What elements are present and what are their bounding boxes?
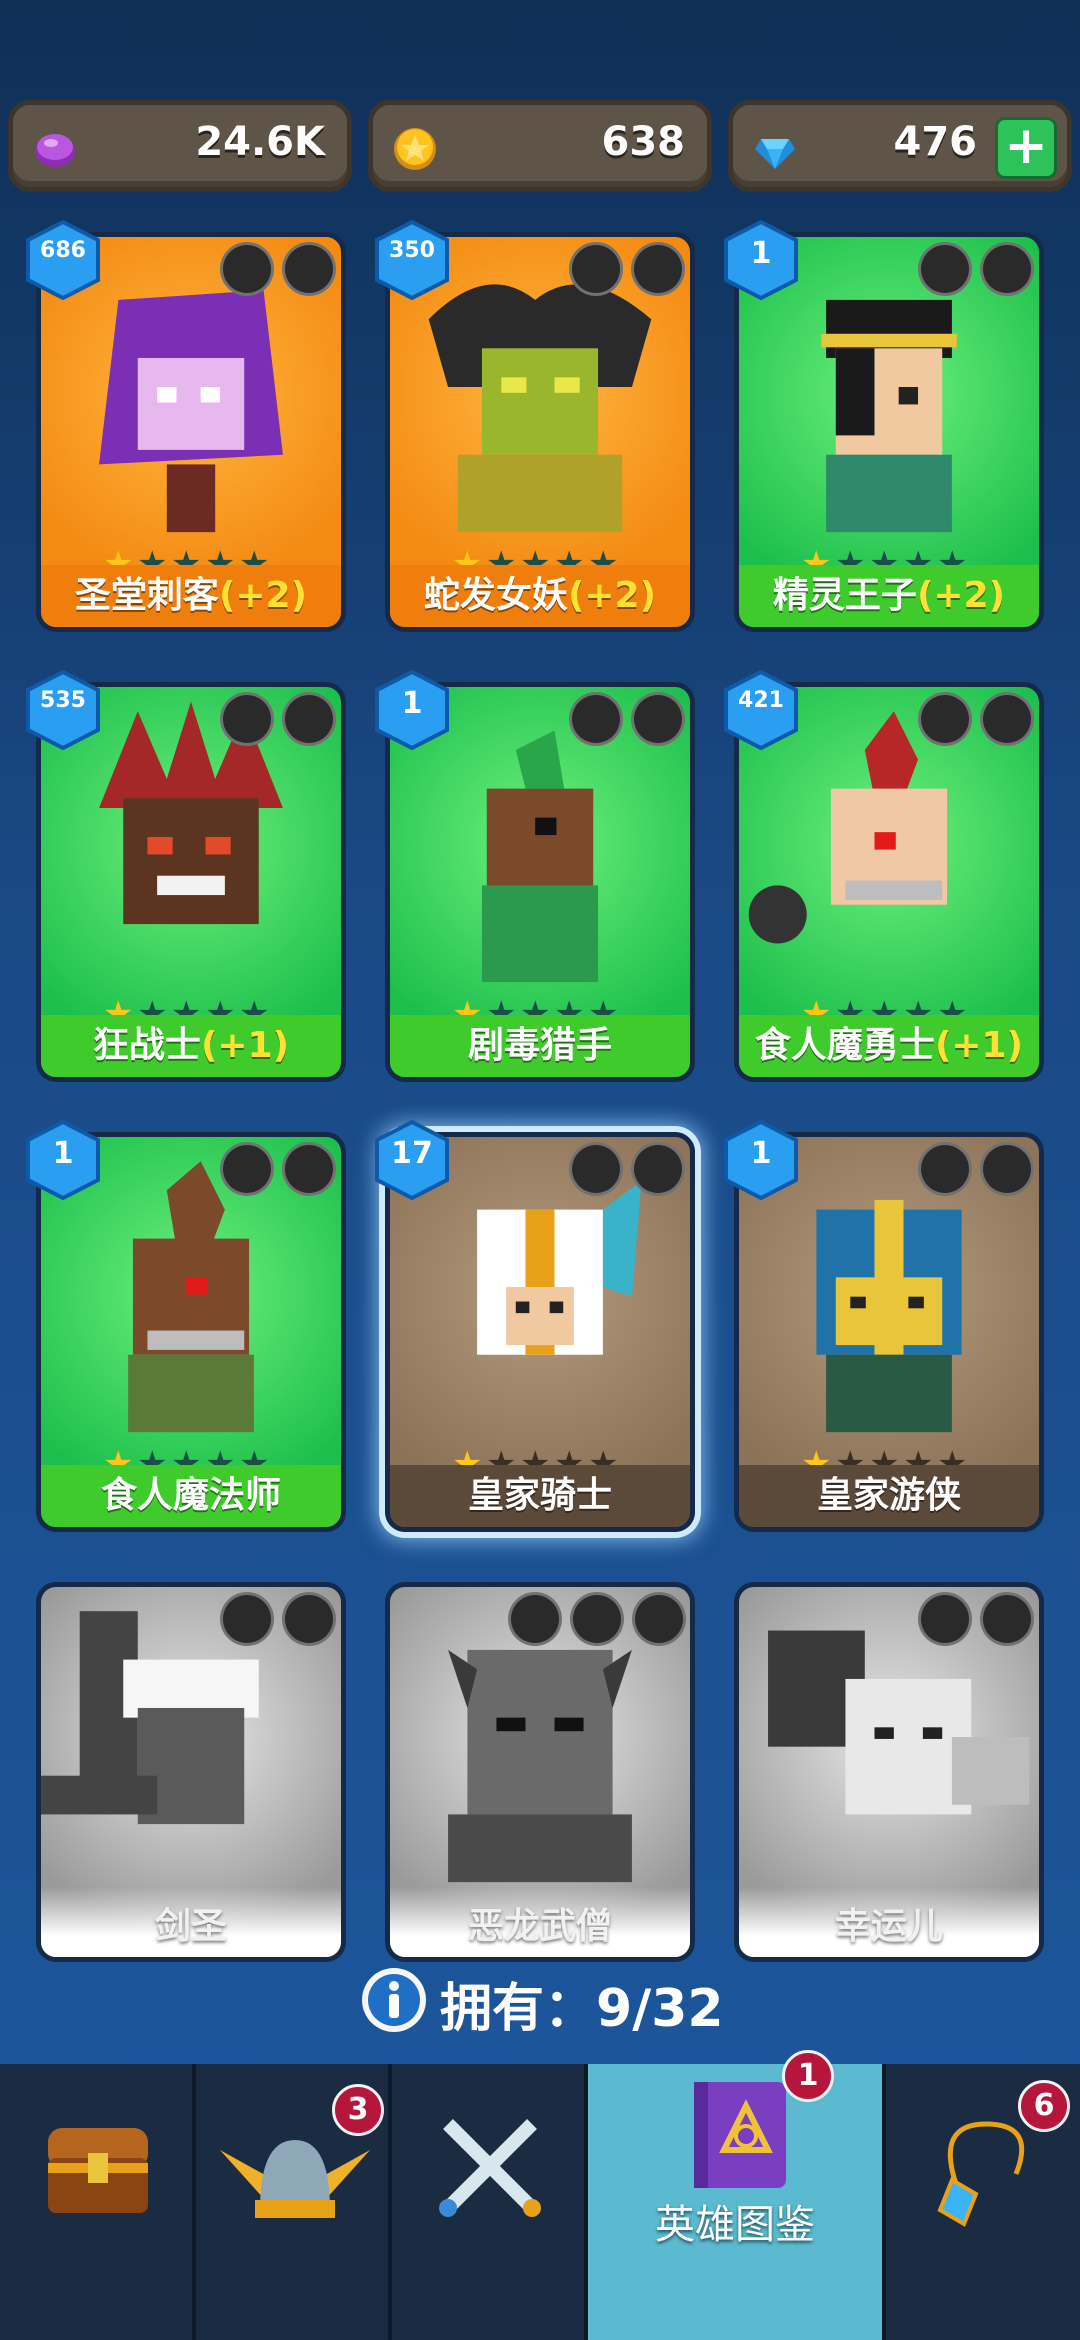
sword-icon: [282, 692, 336, 746]
elf-icon: [918, 1592, 972, 1646]
skull-icon: [508, 1592, 562, 1646]
nav-chest[interactable]: [0, 2064, 196, 2340]
codex-badge: 1: [782, 2050, 834, 2102]
level-text: 1: [750, 1136, 772, 1171]
hero-name: 食人魔法师: [41, 1465, 341, 1527]
sword-icon: [631, 1142, 685, 1196]
crossed-swords-icon: [439, 2119, 541, 2217]
heroes-badge: 3: [332, 2084, 384, 2136]
sword-icon: [980, 692, 1034, 746]
coin-counter: 638: [368, 100, 712, 192]
fist-icon: [980, 1592, 1034, 1646]
hero-name: 皇家骑士: [390, 1465, 690, 1527]
level-text: 535: [40, 688, 86, 713]
codex-label: 英雄图鉴: [655, 2202, 815, 2248]
spellbook-icon: [694, 2082, 786, 2188]
helmet-icon: [569, 1142, 623, 1196]
coin-icon: [394, 128, 436, 170]
hero-name: 皇家游侠: [739, 1465, 1039, 1527]
purple-gem-icon: [35, 134, 75, 167]
amulet-icon: [937, 2121, 1025, 2227]
owned-text: 拥有：9/32: [440, 1979, 724, 2039]
dragon-icon: [632, 1592, 686, 1646]
bow-icon: [980, 1142, 1034, 1196]
purple-gem-value: 24.6K: [195, 119, 325, 165]
bow-icon: [631, 692, 685, 746]
fist-icon: [570, 1592, 624, 1646]
info-icon[interactable]: [360, 1966, 428, 2034]
orc-icon: [220, 692, 274, 746]
orc-icon: [220, 1142, 274, 1196]
hero-name: 剧毒猎手: [390, 1015, 690, 1077]
bow-icon: [569, 242, 623, 296]
treasure-chest-icon: [48, 2128, 148, 2213]
hero-name: 蛇发女妖(+2): [390, 565, 690, 627]
bottom-nav: 3 1 英雄图鉴 6: [0, 2050, 1080, 2340]
wings-icon: [220, 242, 274, 296]
skull-icon: [631, 242, 685, 296]
hero-name: 精灵王子(+2): [739, 565, 1039, 627]
items-badge: 6: [1018, 2080, 1070, 2132]
diamond-counter: 476 +: [728, 100, 1072, 192]
diamond-icon: [755, 139, 795, 169]
level-text: 17: [391, 1136, 433, 1171]
orc-icon: [569, 692, 623, 746]
purple-gem-counter: 24.6K: [8, 100, 352, 192]
hero-name: 幸运儿: [739, 1887, 1039, 1957]
hero-name: 狂战士(+1): [41, 1015, 341, 1077]
staff-icon: [282, 1142, 336, 1196]
hero-name: 食人魔勇士(+1): [739, 1015, 1039, 1077]
helmet-icon: [918, 1142, 972, 1196]
nav-hero-codex[interactable]: 1 英雄图鉴: [588, 2050, 886, 2340]
elf-icon: [918, 242, 972, 296]
dagger-icon: [282, 242, 336, 296]
nav-items[interactable]: 6: [886, 2064, 1080, 2340]
level-text: 1: [52, 1136, 74, 1171]
level-text: 1: [401, 686, 423, 721]
nav-heroes[interactable]: 3: [196, 2064, 392, 2340]
diamond-value: 476: [893, 119, 978, 165]
level-text: 686: [40, 238, 86, 263]
coin-value: 638: [601, 119, 686, 165]
hero-name: 圣堂刺客(+2): [41, 565, 341, 627]
orc-icon: [220, 1592, 274, 1646]
sword-icon: [282, 1592, 336, 1646]
level-text: 421: [738, 688, 784, 713]
winged-helmet-icon: [220, 2140, 370, 2218]
hero-name: 恶龙武僧: [390, 1887, 690, 1957]
level-text: 1: [750, 236, 772, 271]
orc-icon: [918, 692, 972, 746]
level-text: 350: [389, 238, 435, 263]
hero-name: 剑圣: [41, 1887, 341, 1957]
nav-battle[interactable]: [392, 2064, 588, 2340]
add-diamonds-button[interactable]: +: [995, 117, 1057, 179]
dagger-icon: [980, 242, 1034, 296]
